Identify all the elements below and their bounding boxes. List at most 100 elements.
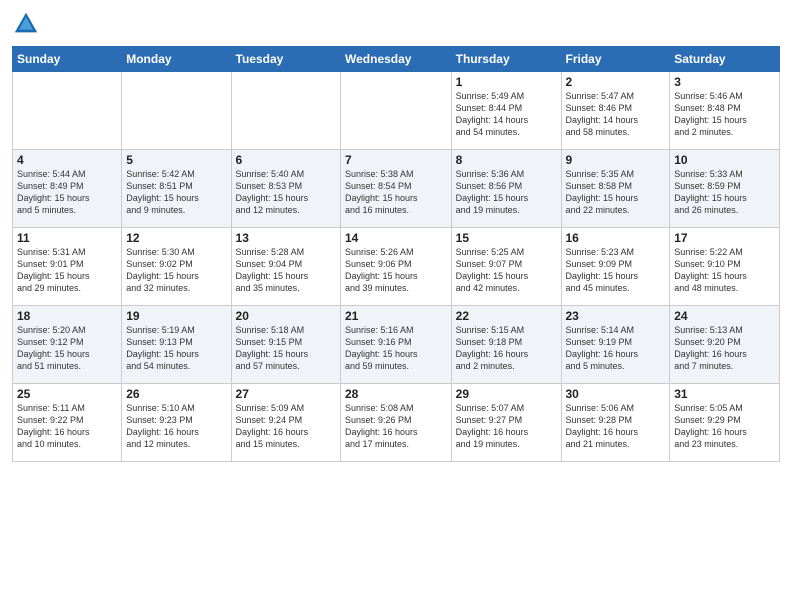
- calendar-cell: 12Sunrise: 5:30 AM Sunset: 9:02 PM Dayli…: [122, 228, 231, 306]
- day-number: 2: [566, 75, 666, 89]
- day-info: Sunrise: 5:33 AM Sunset: 8:59 PM Dayligh…: [674, 168, 775, 217]
- day-number: 12: [126, 231, 226, 245]
- weekday-header: Monday: [122, 47, 231, 72]
- day-info: Sunrise: 5:13 AM Sunset: 9:20 PM Dayligh…: [674, 324, 775, 373]
- calendar-cell: 26Sunrise: 5:10 AM Sunset: 9:23 PM Dayli…: [122, 384, 231, 462]
- day-number: 30: [566, 387, 666, 401]
- calendar-cell: 30Sunrise: 5:06 AM Sunset: 9:28 PM Dayli…: [561, 384, 670, 462]
- day-number: 20: [236, 309, 336, 323]
- day-info: Sunrise: 5:15 AM Sunset: 9:18 PM Dayligh…: [456, 324, 557, 373]
- day-info: Sunrise: 5:18 AM Sunset: 9:15 PM Dayligh…: [236, 324, 336, 373]
- weekday-header: Tuesday: [231, 47, 340, 72]
- calendar-cell: 18Sunrise: 5:20 AM Sunset: 9:12 PM Dayli…: [13, 306, 122, 384]
- weekday-header: Friday: [561, 47, 670, 72]
- calendar-week-row: 11Sunrise: 5:31 AM Sunset: 9:01 PM Dayli…: [13, 228, 780, 306]
- day-info: Sunrise: 5:49 AM Sunset: 8:44 PM Dayligh…: [456, 90, 557, 139]
- day-number: 24: [674, 309, 775, 323]
- calendar-cell: 29Sunrise: 5:07 AM Sunset: 9:27 PM Dayli…: [451, 384, 561, 462]
- day-info: Sunrise: 5:10 AM Sunset: 9:23 PM Dayligh…: [126, 402, 226, 451]
- day-info: Sunrise: 5:06 AM Sunset: 9:28 PM Dayligh…: [566, 402, 666, 451]
- calendar-cell: 11Sunrise: 5:31 AM Sunset: 9:01 PM Dayli…: [13, 228, 122, 306]
- calendar-week-row: 18Sunrise: 5:20 AM Sunset: 9:12 PM Dayli…: [13, 306, 780, 384]
- day-number: 10: [674, 153, 775, 167]
- weekday-header: Sunday: [13, 47, 122, 72]
- day-info: Sunrise: 5:23 AM Sunset: 9:09 PM Dayligh…: [566, 246, 666, 295]
- weekday-header-row: SundayMondayTuesdayWednesdayThursdayFrid…: [13, 47, 780, 72]
- day-number: 3: [674, 75, 775, 89]
- day-number: 29: [456, 387, 557, 401]
- day-number: 15: [456, 231, 557, 245]
- calendar-cell: [231, 72, 340, 150]
- day-number: 26: [126, 387, 226, 401]
- weekday-header: Thursday: [451, 47, 561, 72]
- calendar-cell: 1Sunrise: 5:49 AM Sunset: 8:44 PM Daylig…: [451, 72, 561, 150]
- calendar-cell: 2Sunrise: 5:47 AM Sunset: 8:46 PM Daylig…: [561, 72, 670, 150]
- day-number: 27: [236, 387, 336, 401]
- day-info: Sunrise: 5:40 AM Sunset: 8:53 PM Dayligh…: [236, 168, 336, 217]
- calendar-week-row: 25Sunrise: 5:11 AM Sunset: 9:22 PM Dayli…: [13, 384, 780, 462]
- day-info: Sunrise: 5:31 AM Sunset: 9:01 PM Dayligh…: [17, 246, 117, 295]
- day-number: 19: [126, 309, 226, 323]
- calendar-cell: 24Sunrise: 5:13 AM Sunset: 9:20 PM Dayli…: [670, 306, 780, 384]
- calendar-cell: 25Sunrise: 5:11 AM Sunset: 9:22 PM Dayli…: [13, 384, 122, 462]
- day-info: Sunrise: 5:46 AM Sunset: 8:48 PM Dayligh…: [674, 90, 775, 139]
- day-info: Sunrise: 5:25 AM Sunset: 9:07 PM Dayligh…: [456, 246, 557, 295]
- calendar-cell: 28Sunrise: 5:08 AM Sunset: 9:26 PM Dayli…: [341, 384, 452, 462]
- day-info: Sunrise: 5:47 AM Sunset: 8:46 PM Dayligh…: [566, 90, 666, 139]
- day-number: 1: [456, 75, 557, 89]
- calendar-cell: 14Sunrise: 5:26 AM Sunset: 9:06 PM Dayli…: [341, 228, 452, 306]
- calendar-week-row: 4Sunrise: 5:44 AM Sunset: 8:49 PM Daylig…: [13, 150, 780, 228]
- day-number: 31: [674, 387, 775, 401]
- day-info: Sunrise: 5:30 AM Sunset: 9:02 PM Dayligh…: [126, 246, 226, 295]
- calendar-cell: [13, 72, 122, 150]
- calendar-cell: 5Sunrise: 5:42 AM Sunset: 8:51 PM Daylig…: [122, 150, 231, 228]
- weekday-header: Saturday: [670, 47, 780, 72]
- logo-icon: [12, 10, 40, 38]
- calendar-table: SundayMondayTuesdayWednesdayThursdayFrid…: [12, 46, 780, 462]
- day-info: Sunrise: 5:36 AM Sunset: 8:56 PM Dayligh…: [456, 168, 557, 217]
- calendar-cell: 22Sunrise: 5:15 AM Sunset: 9:18 PM Dayli…: [451, 306, 561, 384]
- day-number: 13: [236, 231, 336, 245]
- day-number: 18: [17, 309, 117, 323]
- day-number: 8: [456, 153, 557, 167]
- calendar-cell: 7Sunrise: 5:38 AM Sunset: 8:54 PM Daylig…: [341, 150, 452, 228]
- day-info: Sunrise: 5:22 AM Sunset: 9:10 PM Dayligh…: [674, 246, 775, 295]
- day-number: 23: [566, 309, 666, 323]
- calendar-cell: 4Sunrise: 5:44 AM Sunset: 8:49 PM Daylig…: [13, 150, 122, 228]
- day-number: 9: [566, 153, 666, 167]
- day-info: Sunrise: 5:20 AM Sunset: 9:12 PM Dayligh…: [17, 324, 117, 373]
- calendar-cell: 17Sunrise: 5:22 AM Sunset: 9:10 PM Dayli…: [670, 228, 780, 306]
- day-number: 14: [345, 231, 447, 245]
- calendar-cell: 8Sunrise: 5:36 AM Sunset: 8:56 PM Daylig…: [451, 150, 561, 228]
- day-info: Sunrise: 5:28 AM Sunset: 9:04 PM Dayligh…: [236, 246, 336, 295]
- calendar-cell: 23Sunrise: 5:14 AM Sunset: 9:19 PM Dayli…: [561, 306, 670, 384]
- day-number: 4: [17, 153, 117, 167]
- calendar-cell: 13Sunrise: 5:28 AM Sunset: 9:04 PM Dayli…: [231, 228, 340, 306]
- calendar-cell: 31Sunrise: 5:05 AM Sunset: 9:29 PM Dayli…: [670, 384, 780, 462]
- calendar-cell: 9Sunrise: 5:35 AM Sunset: 8:58 PM Daylig…: [561, 150, 670, 228]
- day-info: Sunrise: 5:26 AM Sunset: 9:06 PM Dayligh…: [345, 246, 447, 295]
- day-info: Sunrise: 5:05 AM Sunset: 9:29 PM Dayligh…: [674, 402, 775, 451]
- logo: [12, 10, 44, 38]
- day-number: 21: [345, 309, 447, 323]
- calendar-cell: [122, 72, 231, 150]
- day-number: 5: [126, 153, 226, 167]
- day-number: 16: [566, 231, 666, 245]
- day-info: Sunrise: 5:08 AM Sunset: 9:26 PM Dayligh…: [345, 402, 447, 451]
- day-info: Sunrise: 5:14 AM Sunset: 9:19 PM Dayligh…: [566, 324, 666, 373]
- day-number: 25: [17, 387, 117, 401]
- calendar-week-row: 1Sunrise: 5:49 AM Sunset: 8:44 PM Daylig…: [13, 72, 780, 150]
- day-number: 7: [345, 153, 447, 167]
- day-info: Sunrise: 5:19 AM Sunset: 9:13 PM Dayligh…: [126, 324, 226, 373]
- day-number: 22: [456, 309, 557, 323]
- day-info: Sunrise: 5:09 AM Sunset: 9:24 PM Dayligh…: [236, 402, 336, 451]
- day-info: Sunrise: 5:42 AM Sunset: 8:51 PM Dayligh…: [126, 168, 226, 217]
- day-info: Sunrise: 5:44 AM Sunset: 8:49 PM Dayligh…: [17, 168, 117, 217]
- calendar-cell: [341, 72, 452, 150]
- day-number: 28: [345, 387, 447, 401]
- calendar-cell: 3Sunrise: 5:46 AM Sunset: 8:48 PM Daylig…: [670, 72, 780, 150]
- calendar-cell: 16Sunrise: 5:23 AM Sunset: 9:09 PM Dayli…: [561, 228, 670, 306]
- day-info: Sunrise: 5:38 AM Sunset: 8:54 PM Dayligh…: [345, 168, 447, 217]
- calendar-cell: 15Sunrise: 5:25 AM Sunset: 9:07 PM Dayli…: [451, 228, 561, 306]
- day-number: 17: [674, 231, 775, 245]
